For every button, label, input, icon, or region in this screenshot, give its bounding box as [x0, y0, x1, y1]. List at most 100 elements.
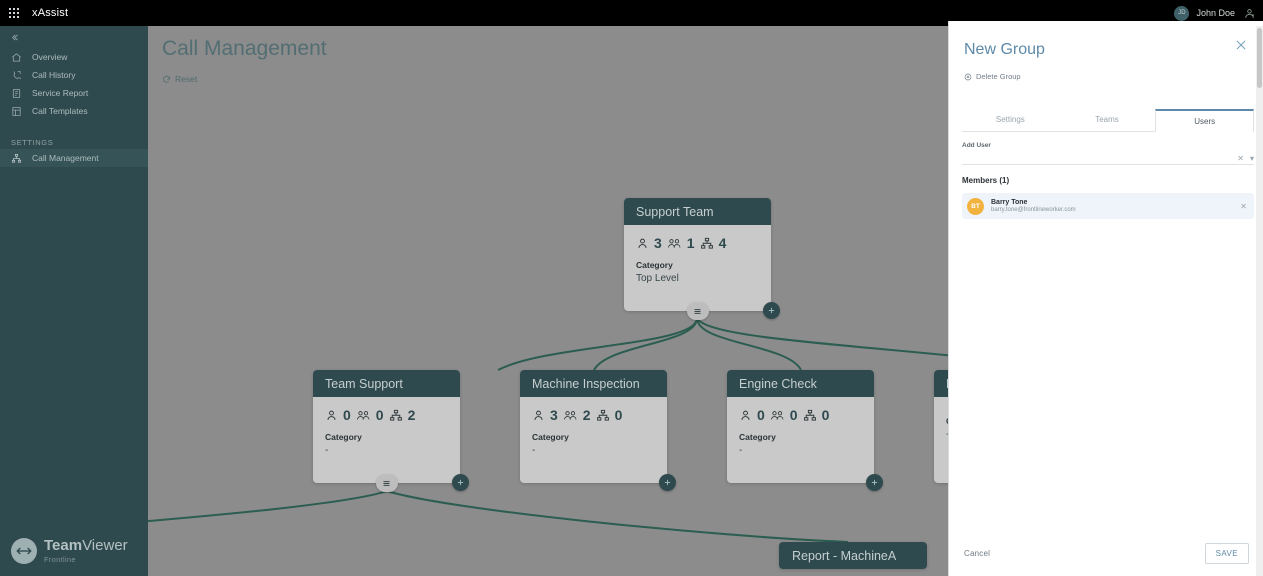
stat-groups: 0 — [803, 407, 830, 423]
sidebar-section-settings: SETTINGS — [11, 137, 54, 147]
stat-groups-value: 0 — [614, 407, 623, 423]
node-menu-button[interactable] — [375, 474, 398, 492]
stat-teams-value: 1 — [686, 235, 695, 251]
node-add-button[interactable] — [763, 302, 780, 319]
plus-icon — [871, 479, 878, 486]
category-label: Category — [532, 432, 569, 442]
tab-teams[interactable]: Teams — [1059, 109, 1156, 131]
category-value: Top Level — [636, 273, 679, 284]
remove-x-icon[interactable]: ✕ — [1240, 202, 1247, 211]
sidebar-item-service-report[interactable]: Service Report — [0, 84, 148, 102]
node-support-team[interactable]: Support Team 3 1 4 Category Top Level — [624, 198, 780, 320]
avatar: BT — [967, 197, 984, 215]
scrollbar-thumb[interactable] — [1257, 28, 1262, 88]
org-tree-icon — [803, 409, 816, 421]
member-info: Barry Tone barry.tone@frontlineworker.co… — [991, 199, 1076, 213]
sidebar-item-call-templates[interactable]: Call Templates — [0, 102, 148, 120]
sidebar-item-call-management[interactable]: Call Management — [0, 149, 148, 167]
category-value: - — [325, 445, 329, 456]
stat-users-value: 0 — [343, 407, 351, 423]
leaf-node-report-machinea[interactable]: Report - MachineA — [779, 542, 927, 569]
save-button[interactable]: SAVE — [1204, 542, 1249, 564]
teamviewer-arrows-icon — [11, 538, 37, 564]
stat-groups-value: 0 — [821, 407, 830, 423]
stat-teams: 0 — [356, 407, 384, 423]
delete-group-button[interactable]: Delete Group — [964, 72, 1021, 81]
grid-apps-icon[interactable] — [9, 8, 19, 18]
single-user-icon — [638, 238, 647, 248]
node-stats: 3 1 4 — [636, 235, 759, 251]
home-icon — [11, 52, 22, 63]
hamburger-menu-icon — [694, 308, 701, 314]
node-add-button[interactable] — [452, 474, 469, 491]
node-stats: 3 2 0 — [532, 407, 655, 423]
new-group-panel: New Group Delete Group Settings Teams Us… — [948, 21, 1263, 576]
close-x-icon[interactable] — [1233, 37, 1249, 53]
hierarchy-icon — [11, 153, 22, 164]
stat-users: 0 — [325, 407, 351, 423]
node-engine-check[interactable]: Engine Check 0 0 0 Category - — [727, 370, 883, 491]
category-label: Category — [739, 432, 776, 442]
panel-footer: Cancel SAVE — [949, 538, 1263, 568]
stat-teams: 1 — [667, 235, 695, 251]
hamburger-menu-icon — [383, 480, 390, 486]
plus-icon — [768, 307, 775, 314]
category-value: - — [532, 445, 536, 456]
org-tree-icon — [389, 409, 402, 421]
sidebar: Overview Call History Service Report Cal… — [0, 26, 148, 576]
stat-users: 3 — [636, 235, 662, 251]
cancel-button[interactable]: Cancel — [964, 549, 990, 558]
clear-x-icon[interactable]: ✕ — [1237, 155, 1244, 163]
page-scrollbar[interactable] — [1256, 26, 1263, 576]
stat-teams: 0 — [770, 407, 798, 423]
stat-groups: 0 — [596, 407, 623, 423]
add-user-select[interactable]: ✕ ▾ — [962, 149, 1254, 165]
single-user-icon — [534, 410, 543, 420]
node-team-support[interactable]: Team Support 0 0 2 Category - — [313, 370, 469, 492]
node-stats: 0 0 2 — [325, 407, 448, 423]
multi-user-icon — [770, 410, 784, 420]
org-tree-icon — [596, 409, 609, 421]
plus-icon — [457, 479, 464, 486]
single-user-icon — [741, 410, 750, 420]
tab-settings[interactable]: Settings — [962, 109, 1059, 131]
multi-user-icon — [667, 238, 681, 248]
node-menu-button[interactable] — [686, 302, 709, 320]
stat-groups: 2 — [389, 407, 415, 423]
multi-user-icon — [356, 410, 370, 420]
node-body: 0 0 2 Category - — [313, 397, 460, 456]
tab-users[interactable]: Users — [1155, 109, 1255, 132]
plus-icon — [664, 479, 671, 486]
teamviewer-wordmark: TeamViewer — [44, 538, 128, 553]
panel-tabs: Settings Teams Users — [962, 109, 1255, 132]
node-add-button[interactable] — [866, 474, 883, 491]
member-email: barry.tone@frontlineworker.com — [991, 207, 1076, 213]
teamviewer-logo: TeamViewer Frontline — [11, 538, 128, 564]
delete-group-label: Delete Group — [976, 72, 1021, 81]
stat-groups-value: 4 — [718, 235, 727, 251]
sidebar-item-call-history[interactable]: Call History — [0, 66, 148, 84]
chevron-down-icon[interactable]: ▾ — [1250, 155, 1254, 163]
sidebar-collapse-button[interactable] — [0, 26, 148, 48]
sidebar-item-overview[interactable]: Overview — [0, 48, 148, 66]
member-list-item[interactable]: BT Barry Tone barry.tone@frontlineworker… — [962, 193, 1254, 219]
stat-teams-value: 0 — [375, 407, 384, 423]
category-value: - — [739, 445, 743, 456]
logo-name-bold: Team — [44, 537, 83, 554]
user-name[interactable]: John Doe — [1196, 8, 1235, 18]
stat-users-value: 3 — [654, 235, 662, 251]
node-add-button[interactable] — [659, 474, 676, 491]
node-body: 0 0 0 Category - — [727, 397, 874, 456]
stat-users-value: 3 — [550, 407, 558, 423]
single-user-icon — [327, 410, 336, 420]
members-title: Members (1) — [962, 176, 1010, 185]
logo-tagline: Frontline — [44, 555, 76, 564]
stat-groups: 4 — [700, 235, 727, 251]
sidebar-item-label: Call Management — [32, 153, 99, 163]
node-machine-inspection[interactable]: Machine Inspection 3 2 0 Category - — [520, 370, 676, 491]
node-title: Support Team — [624, 198, 771, 225]
org-tree-icon — [700, 237, 713, 249]
help-support-icon[interactable] — [1242, 6, 1256, 20]
avatar[interactable]: JD — [1174, 5, 1190, 21]
node-title: Engine Check — [727, 370, 874, 397]
